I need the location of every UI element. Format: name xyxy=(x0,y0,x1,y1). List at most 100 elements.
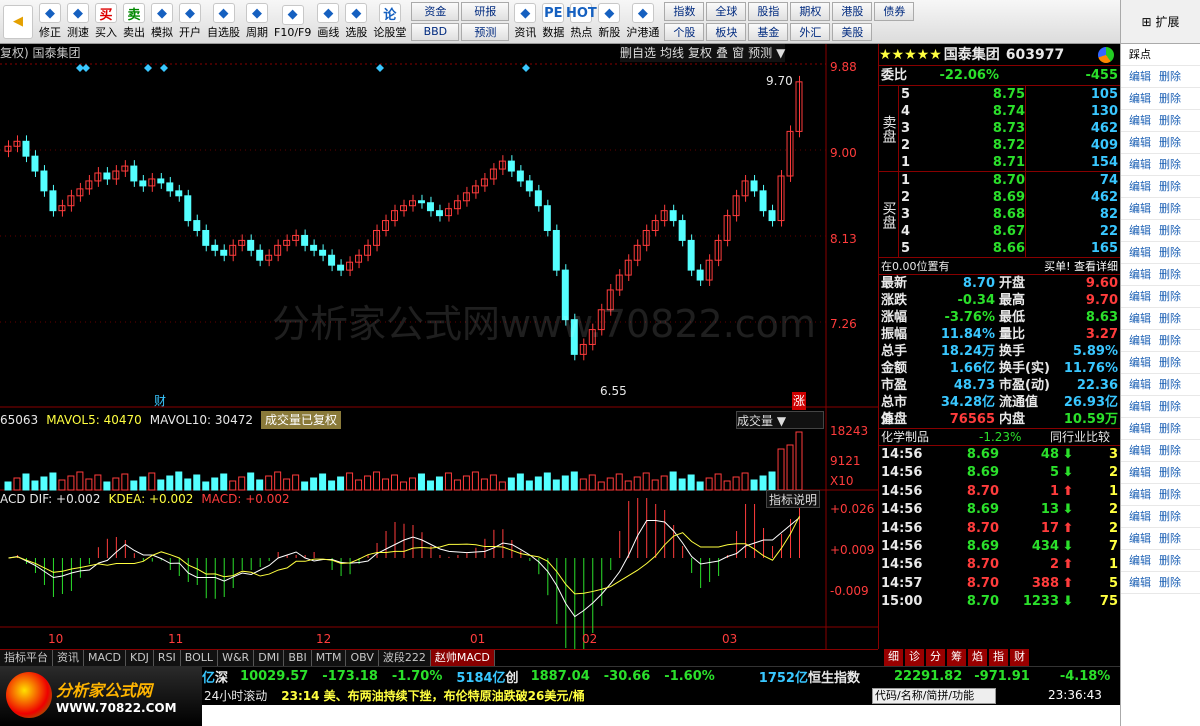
delete-link[interactable]: 删除 xyxy=(1159,466,1181,479)
edit-link[interactable]: 编辑 xyxy=(1129,554,1151,567)
nav-zhaiquan[interactable]: 债券 xyxy=(874,2,915,21)
edit-link[interactable]: 编辑 xyxy=(1129,136,1151,149)
sz-value[interactable]: 10029.57 xyxy=(240,669,308,684)
ext-row[interactable]: 编辑 删除 xyxy=(1121,66,1200,88)
ext-row[interactable]: 编辑 删除 xyxy=(1121,110,1200,132)
indicator-tab[interactable]: W&R xyxy=(218,650,255,666)
edit-link[interactable]: 编辑 xyxy=(1129,92,1151,105)
delete-link[interactable]: 删除 xyxy=(1159,202,1181,215)
edit-link[interactable]: 编辑 xyxy=(1129,246,1151,259)
edit-link[interactable]: 编辑 xyxy=(1129,510,1151,523)
edit-link[interactable]: 编辑 xyxy=(1129,114,1151,127)
delete-link[interactable]: 删除 xyxy=(1159,312,1181,325)
ext-row[interactable]: 编辑 删除 xyxy=(1121,440,1200,462)
delete-link[interactable]: 删除 xyxy=(1159,246,1181,259)
hammer-button[interactable]: ◆ 模拟 xyxy=(148,0,176,43)
star-button[interactable]: ◆ 自选股 xyxy=(204,0,243,43)
edit-link[interactable]: 编辑 xyxy=(1129,576,1151,589)
clock-button[interactable]: ◆ 周期 xyxy=(243,0,271,43)
book-row[interactable]: 5 8.66 165 xyxy=(899,240,1120,257)
quote-tab[interactable]: 财 xyxy=(1010,649,1029,666)
ext-row[interactable]: 编辑 删除 xyxy=(1121,462,1200,484)
ext-row[interactable]: 编辑 删除 xyxy=(1121,198,1200,220)
ext-row[interactable]: 编辑 删除 xyxy=(1121,176,1200,198)
ext-row[interactable]: 编辑 删除 xyxy=(1121,550,1200,572)
edit-link[interactable]: 编辑 xyxy=(1129,378,1151,391)
industry-compare-button[interactable]: 同行业比较 xyxy=(1050,429,1120,445)
speed-button[interactable]: ◆ 测速 xyxy=(64,0,92,43)
arrow-up-button[interactable]: ◆ 修正 xyxy=(36,0,64,43)
chart-tool-fuquan[interactable]: 复权 xyxy=(688,44,712,62)
chart-tool-delete[interactable]: 删自选 xyxy=(620,44,656,62)
ext-row[interactable]: 编辑 删除 xyxy=(1121,330,1200,352)
book-row[interactable]: 4 8.67 22 xyxy=(899,223,1120,240)
edit-link[interactable]: 编辑 xyxy=(1129,422,1151,435)
newspaper-button[interactable]: ◆ 资讯 xyxy=(511,0,539,43)
phone-button[interactable]: ◆ 新股 xyxy=(595,0,623,43)
indicator-tab[interactable]: BBI xyxy=(284,650,312,666)
edit-link[interactable]: 编辑 xyxy=(1129,466,1151,479)
ext-row[interactable]: 编辑 删除 xyxy=(1121,352,1200,374)
edit-link[interactable]: 编辑 xyxy=(1129,224,1151,237)
indicator-tab[interactable]: MTM xyxy=(311,650,347,666)
ext-row[interactable]: 编辑 删除 xyxy=(1121,374,1200,396)
ext-row[interactable]: 编辑 删除 xyxy=(1121,286,1200,308)
chart-tool-ma[interactable]: 均线 xyxy=(660,44,684,62)
nav-bankuai[interactable]: 板块 xyxy=(706,22,747,41)
indicator-tab[interactable]: KDJ xyxy=(125,650,154,666)
delete-link[interactable]: 删除 xyxy=(1159,378,1181,391)
delete-link[interactable]: 删除 xyxy=(1159,576,1181,589)
book-row[interactable]: 3 8.68 82 xyxy=(899,206,1120,223)
ext-row[interactable]: 编辑 删除 xyxy=(1121,88,1200,110)
edit-link[interactable]: 编辑 xyxy=(1129,400,1151,413)
edit-link[interactable]: 编辑 xyxy=(1129,312,1151,325)
edit-link[interactable]: 编辑 xyxy=(1129,488,1151,501)
book-row[interactable]: 5 8.75 105 xyxy=(899,86,1120,103)
book-row[interactable]: 1 8.70 74 xyxy=(899,172,1120,189)
quote-tab[interactable]: 细 xyxy=(884,649,903,666)
delete-link[interactable]: 删除 xyxy=(1159,114,1181,127)
nav-bbd[interactable]: BBD xyxy=(411,22,460,41)
nav-zijin[interactable]: 资金 xyxy=(411,2,460,21)
indicator-tab[interactable]: RSI xyxy=(153,650,181,666)
delete-link[interactable]: 删除 xyxy=(1159,554,1181,567)
ext-row[interactable]: 编辑 删除 xyxy=(1121,220,1200,242)
delete-link[interactable]: 删除 xyxy=(1159,400,1181,413)
nav-guzhi[interactable]: 股指 xyxy=(748,2,789,21)
quote-tab[interactable]: 焰 xyxy=(968,649,987,666)
edit-link[interactable]: 编辑 xyxy=(1129,202,1151,215)
ext-row[interactable]: 编辑 删除 xyxy=(1121,154,1200,176)
delete-link[interactable]: 删除 xyxy=(1159,488,1181,501)
quote-tab[interactable]: 分 xyxy=(926,649,945,666)
kline-chart[interactable] xyxy=(0,44,878,649)
ext-row[interactable]: 编辑 删除 xyxy=(1121,484,1200,506)
indicator-tab[interactable]: 波段222 xyxy=(378,650,431,666)
edit-link[interactable]: 编辑 xyxy=(1129,268,1151,281)
ext-row[interactable]: 编辑 删除 xyxy=(1121,528,1200,550)
talk-button[interactable]: 论论股堂 xyxy=(370,0,409,43)
delete-link[interactable]: 删除 xyxy=(1159,158,1181,171)
delete-link[interactable]: 删除 xyxy=(1159,268,1181,281)
chart-tool-forecast[interactable]: 预测 xyxy=(748,44,772,62)
nav-waihui[interactable]: 外汇 xyxy=(790,22,831,41)
f10-button[interactable]: ◆ F10/F9 xyxy=(271,0,314,43)
buy-button[interactable]: 买买入 xyxy=(92,0,120,43)
edit-link[interactable]: 编辑 xyxy=(1129,290,1151,303)
ext-row[interactable]: 编辑 删除 xyxy=(1121,308,1200,330)
nav-zhishu[interactable]: 指数 xyxy=(664,2,705,21)
book-row[interactable]: 2 8.72 409 xyxy=(899,137,1120,154)
book-row[interactable]: 3 8.73 462 xyxy=(899,120,1120,137)
dropdown-icon[interactable]: ▼ xyxy=(776,44,785,62)
cy-value[interactable]: 1887.04 xyxy=(531,669,590,684)
indicator-help-button[interactable]: 指标说明 xyxy=(766,490,821,508)
back-button[interactable]: ◀ xyxy=(0,0,36,43)
chart-tool-window[interactable]: 窗 xyxy=(732,44,744,62)
edit-link[interactable]: 编辑 xyxy=(1129,70,1151,83)
kline-chart-area[interactable]: 复权) 国泰集团 删自选 均线 复权 叠 窗 预测 ▼ 9.88 9.00 8.… xyxy=(0,44,878,649)
nav-quanqiu[interactable]: 全球 xyxy=(706,2,747,21)
delete-link[interactable]: 删除 xyxy=(1159,356,1181,369)
sell-button[interactable]: 卖卖出 xyxy=(120,0,148,43)
delete-link[interactable]: 删除 xyxy=(1159,180,1181,193)
edit-link[interactable]: 编辑 xyxy=(1129,158,1151,171)
ext-row[interactable]: 编辑 删除 xyxy=(1121,418,1200,440)
